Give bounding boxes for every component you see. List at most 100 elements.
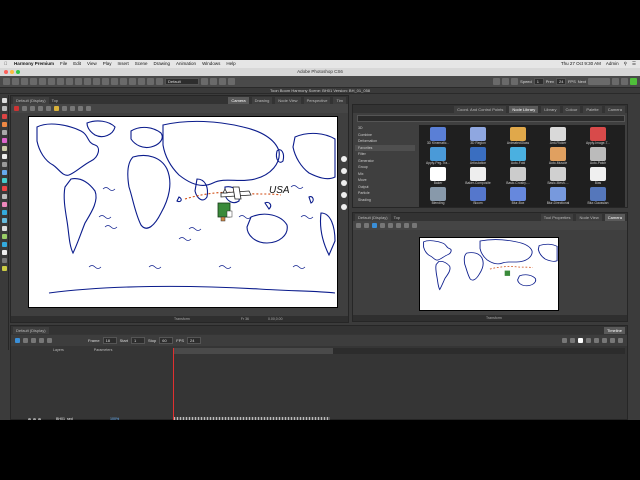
select-tool-icon[interactable] (1, 98, 7, 103)
preview-view-option[interactable]: Top (394, 215, 400, 220)
fit-view-icon[interactable] (62, 106, 67, 111)
new-icon[interactable] (3, 78, 10, 85)
undo-icon[interactable] (30, 78, 37, 85)
layout-icon-1[interactable] (612, 78, 619, 85)
workspace-field[interactable] (588, 78, 610, 85)
brush-tool-icon[interactable] (1, 114, 7, 119)
stop-field[interactable]: 60 (159, 337, 174, 344)
copy-icon[interactable] (57, 78, 64, 85)
frame-field[interactable]: 18 (102, 337, 117, 344)
stamp-tool-icon[interactable] (1, 266, 7, 271)
eraser-icon[interactable] (93, 78, 100, 85)
timeline-tool-6[interactable] (602, 338, 607, 343)
timeline-tool-1[interactable] (562, 338, 567, 343)
dropper-tool-icon[interactable] (1, 178, 7, 183)
timeline-loop-icon[interactable] (31, 338, 36, 343)
view-mode-select[interactable]: Default (165, 78, 199, 85)
tab-colour[interactable]: Colour (562, 105, 581, 113)
timeline-tool-4[interactable] (586, 338, 591, 343)
menu-windows[interactable]: Windows (202, 60, 220, 68)
node-item[interactable]: 3D Region (463, 127, 493, 146)
node-item[interactable]: Basic-Crosby-... (503, 167, 533, 186)
tab-node-library[interactable]: Node Library (509, 105, 539, 113)
tab-node-view[interactable]: Node View (275, 96, 301, 104)
zoom-tool-icon-left[interactable] (1, 194, 7, 199)
tab-node-view-preview[interactable]: Node View (576, 213, 602, 221)
start-field[interactable]: 1 (131, 337, 146, 344)
menu-animation[interactable]: Animation (176, 60, 196, 68)
eraser-tool-icon[interactable] (1, 138, 7, 143)
preview-tool-6[interactable] (396, 223, 401, 228)
open-icon[interactable] (12, 78, 19, 85)
pencil-tool-icon[interactable] (1, 122, 7, 127)
node-item[interactable]: Blur-Gaussian (583, 187, 613, 206)
zoom-tool-icon[interactable] (147, 78, 154, 85)
menu-insert[interactable]: Insert (118, 60, 129, 68)
tab-timeline[interactable]: Timeline (604, 326, 625, 334)
paste-icon[interactable] (66, 78, 73, 85)
marker-tool-icon[interactable] (1, 250, 7, 255)
timeline-next-icon[interactable] (47, 338, 52, 343)
camera-view-mode[interactable]: Default (Display) (13, 96, 49, 104)
tab-library[interactable]: Library (541, 105, 560, 113)
cut-icon[interactable] (48, 78, 55, 85)
timeline-prev-icon[interactable] (39, 338, 44, 343)
speed-field[interactable]: 1 (533, 78, 544, 85)
camera-ctrl-icon-4[interactable] (341, 192, 347, 198)
grid-tool-icon[interactable] (1, 258, 7, 263)
spline-tool-icon[interactable] (1, 218, 7, 223)
category-shading[interactable]: Shading (355, 197, 415, 204)
camera-ctrl-icon-2[interactable] (341, 168, 347, 174)
preview-tool-2[interactable] (364, 223, 369, 228)
close-button[interactable] (4, 70, 8, 74)
timeline-tool-2[interactable] (570, 338, 575, 343)
node-item[interactable]: Articulation (463, 147, 493, 166)
perspective-tool-icon[interactable] (1, 226, 7, 231)
timeline-tool-5[interactable] (594, 338, 599, 343)
paint-tool-icon[interactable] (1, 170, 7, 175)
reset-view-icon[interactable] (14, 106, 19, 111)
save-icon[interactable] (21, 78, 28, 85)
timeline-play-icon[interactable] (15, 338, 20, 343)
menu-help[interactable]: Help (226, 60, 235, 68)
node-item[interactable]: Auto-Fold (503, 147, 533, 166)
first-frame-icon[interactable] (493, 78, 501, 85)
brush-icon[interactable] (75, 78, 82, 85)
tab-perspective[interactable]: Perspective (303, 96, 331, 104)
tab-camera[interactable]: Camera (228, 96, 249, 104)
redo-icon[interactable] (39, 78, 46, 85)
timeline-stop-icon[interactable] (23, 338, 28, 343)
select-icon[interactable] (111, 78, 118, 85)
tab-palette[interactable]: Palette (583, 105, 602, 113)
exposure-cells[interactable] (174, 417, 330, 420)
fps-field[interactable]: 24 (555, 78, 566, 85)
preview-tool-3[interactable] (372, 223, 377, 228)
clock[interactable]: Thu 27 Oct 9:30 AM (561, 60, 601, 68)
menu-view[interactable]: View (87, 60, 97, 68)
menu-scene[interactable]: Scene (135, 60, 148, 68)
node-item[interactable]: Blur-Box (503, 187, 533, 206)
node-item[interactable]: Baker-Composite (463, 167, 493, 186)
minimize-button[interactable] (10, 70, 14, 74)
contour-icon[interactable] (129, 78, 136, 85)
preview-icon[interactable] (54, 106, 59, 111)
node-item[interactable]: Basic-Mesh-... (543, 167, 573, 186)
hand-icon[interactable] (156, 78, 163, 85)
transform-tool-icon[interactable] (1, 186, 7, 191)
preview-tool-5[interactable] (388, 223, 393, 228)
preview-tool-8[interactable] (412, 223, 417, 228)
paint-icon[interactable] (102, 78, 109, 85)
rotate-tool-icon[interactable] (1, 210, 7, 215)
safe-area-icon[interactable] (228, 78, 235, 85)
shape-tool-icon[interactable] (1, 162, 7, 167)
playhead[interactable] (173, 348, 174, 420)
menu-drawing[interactable]: Drawing (154, 60, 171, 68)
frame-ruler[interactable] (173, 348, 625, 354)
timeline-tool-7[interactable] (610, 338, 615, 343)
zoom-in-icon[interactable] (22, 106, 27, 111)
rotate-view-icon[interactable] (38, 106, 43, 111)
cutter-icon[interactable] (120, 78, 127, 85)
grid-view-icon[interactable] (86, 106, 91, 111)
preview-tool-4[interactable] (380, 223, 385, 228)
loop-icon[interactable] (511, 78, 519, 85)
